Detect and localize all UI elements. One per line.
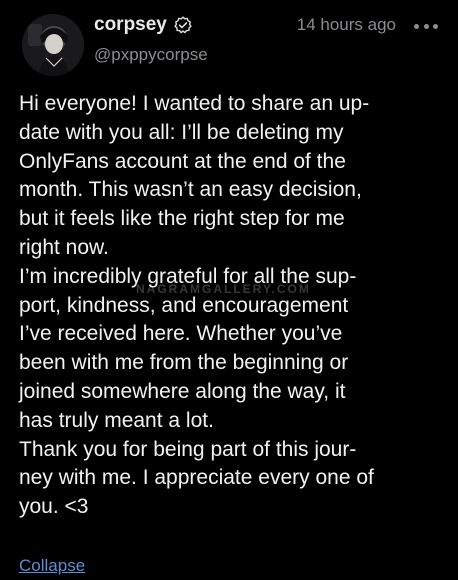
post-body-line: but it feels like the right step for me	[19, 207, 345, 231]
verified-badge-icon	[174, 16, 192, 34]
avatar-image	[22, 14, 84, 76]
post-card: corpsey @pxppycorpse 14 hours ago Hi eve…	[0, 0, 458, 580]
post-body: Hi everyone! I wanted to share an up- da…	[19, 90, 439, 522]
display-name-row: corpsey	[94, 14, 192, 36]
post-body-line: Thank you for being part of this jour-	[19, 437, 357, 461]
display-name[interactable]: corpsey	[94, 14, 167, 36]
post-body-line: Hi everyone! I wanted to share an up-	[19, 92, 370, 115]
post-body-line: date with you all: I’ll be deleting my	[19, 120, 344, 144]
watermark: NAGRAMGALLERY.COM	[136, 282, 311, 296]
more-dot	[414, 23, 419, 29]
post-body-line: been with me from the beginning or	[19, 351, 349, 375]
collapse-link[interactable]: Collapse	[19, 556, 85, 576]
post-timestamp[interactable]: 14 hours ago	[297, 15, 396, 35]
more-dot	[433, 23, 438, 29]
post-body-line: you. <3	[19, 495, 89, 519]
more-options-icon[interactable]	[414, 22, 438, 30]
post-body-line: ney with me. I appreciate every one of	[19, 466, 374, 490]
avatar[interactable]	[22, 14, 84, 76]
more-dot	[423, 23, 429, 29]
post-body-line: has truly meant a lot.	[19, 408, 214, 432]
post-body-line: OnlyFans account at the end of the	[19, 149, 346, 173]
post-body-line: I’ve received here. Whether you’ve	[19, 322, 343, 346]
post-body-line: right now.	[19, 235, 109, 259]
post-body-line: month. This wasn’t an easy decision,	[19, 178, 362, 202]
post-body-line: joined somewhere along the way, it	[19, 379, 346, 403]
username-handle[interactable]: @pxppycorpse	[94, 45, 208, 65]
